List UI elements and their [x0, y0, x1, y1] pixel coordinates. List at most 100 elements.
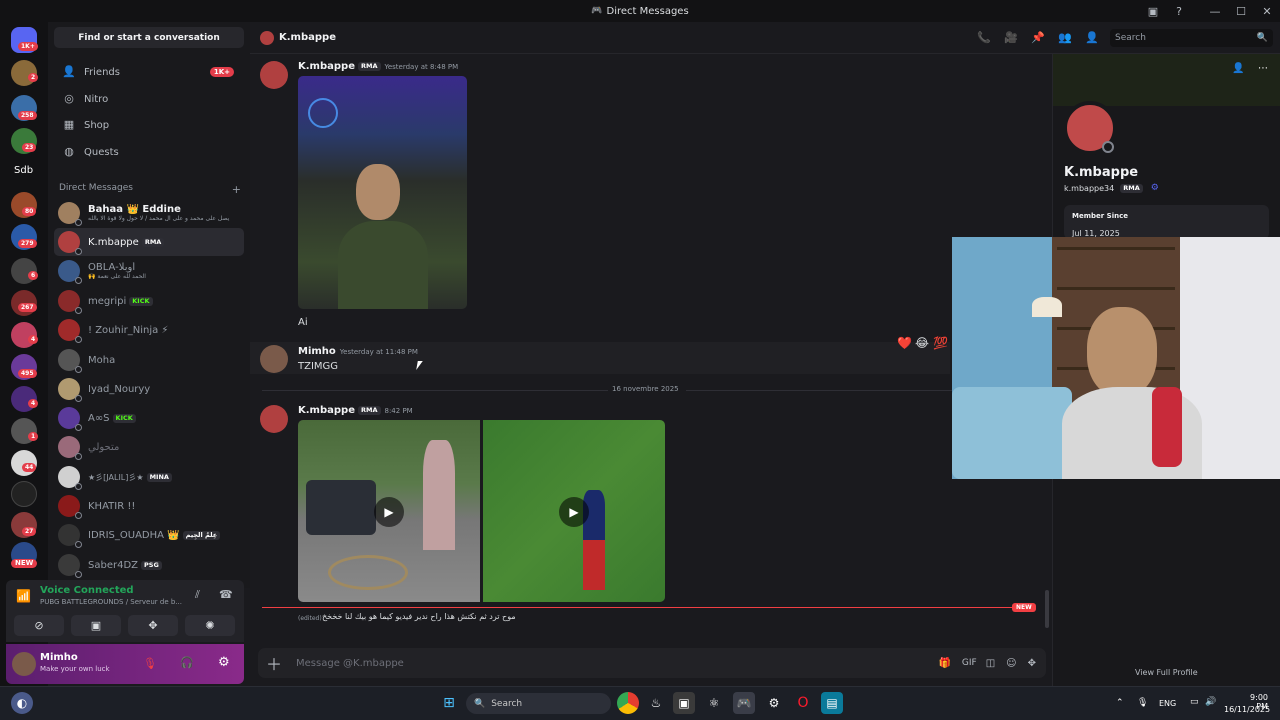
noise-suppression-icon[interactable]: ⫽: [195, 588, 200, 602]
dm-item[interactable]: OBLA-أوبلا 🙌 الحمد لله على نعمة: [54, 257, 244, 285]
emoji-icon[interactable]: ☺: [1006, 658, 1016, 669]
reaction-heart[interactable]: ❤️: [897, 336, 912, 350]
play-button[interactable]: ▶: [374, 497, 404, 527]
chatgpt-icon[interactable]: ⚛: [703, 692, 725, 714]
network-icon[interactable]: ▭: [1190, 697, 1199, 707]
clock-date[interactable]: 16/11/2025: [1224, 705, 1270, 714]
message-composer: ＋ Message @K.mbappe 🎁 GIF ◫ ☺ ✥: [258, 648, 1046, 678]
server-text-icon[interactable]: Sdb: [14, 165, 33, 176]
message-author[interactable]: K.mbappe: [298, 61, 355, 72]
message-image[interactable]: [298, 76, 467, 309]
view-full-profile-link[interactable]: View Full Profile: [1135, 668, 1198, 677]
app-icon[interactable]: ▤: [821, 692, 843, 714]
dm-item[interactable]: ! Zouhir_Ninja ⚡: [54, 316, 244, 344]
shop-icon: ▦: [63, 118, 75, 131]
scrollbar[interactable]: [1045, 590, 1049, 628]
voice-call-icon[interactable]: 📞: [977, 31, 991, 44]
dm-name: K.mbappe: [88, 236, 139, 248]
inbox-icon[interactable]: ▣: [1140, 5, 1166, 18]
badge-icon: ⚙: [1150, 183, 1159, 193]
find-conversation-button[interactable]: Find or start a conversation: [54, 27, 244, 48]
message-avatar[interactable]: [260, 405, 288, 433]
opera-icon[interactable]: O: [792, 692, 814, 714]
disconnect-icon[interactable]: ☎: [219, 588, 233, 601]
more-icon[interactable]: ⋯: [1258, 63, 1268, 74]
steam-icon[interactable]: ♨: [645, 692, 667, 714]
dm-item[interactable]: Bahaa 👑 Eddine يصل على محمد و على ال محم…: [54, 199, 244, 227]
dm-item[interactable]: A∞S KICK: [54, 404, 244, 432]
headphones-icon[interactable]: 🎧: [180, 656, 194, 669]
camera-off-button[interactable]: ⊘: [14, 615, 64, 636]
reaction-hundred[interactable]: 💯: [933, 336, 948, 350]
attach-icon[interactable]: ＋: [266, 651, 282, 675]
nav-nitro[interactable]: ◎ Nitro: [54, 87, 244, 111]
search-icon: 🔍: [1256, 33, 1268, 43]
tray-chevron-icon[interactable]: ⌃: [1116, 698, 1124, 708]
server-badge: 495: [18, 369, 37, 378]
mute-icon[interactable]: 🎙: [143, 657, 157, 670]
reaction-laugh[interactable]: 😂: [915, 336, 929, 350]
dm-status: 🙌 الحمد لله على نعمة: [88, 273, 146, 280]
taskbar-search[interactable]: 🔍 Search: [466, 693, 611, 714]
sticker-icon[interactable]: ◫: [986, 658, 995, 669]
avatar: [58, 407, 82, 431]
app-icon[interactable]: ⚙: [763, 692, 785, 714]
date-divider: 16 novembre 2025: [612, 385, 679, 393]
dm-item[interactable]: IDRIS_OUADHA 👑 عِلمُ الجِيم: [54, 521, 244, 549]
dm-item[interactable]: متحولي: [54, 433, 244, 461]
avatar: [58, 319, 82, 343]
volume-icon[interactable]: 🔊: [1205, 697, 1216, 707]
gift-icon[interactable]: 🎁: [938, 658, 950, 669]
screen-share-button[interactable]: ▣: [71, 615, 121, 636]
help-icon[interactable]: ?: [1166, 5, 1192, 18]
user-profile-icon[interactable]: 👤: [1085, 31, 1099, 44]
nitro-icon: ◎: [64, 92, 74, 105]
dm-item[interactable]: Moha: [54, 346, 244, 374]
dm-tag: KICK: [112, 413, 136, 423]
nav-shop[interactable]: ▦ Shop: [54, 113, 244, 137]
soundboard-button[interactable]: ✺: [185, 615, 235, 636]
close-button[interactable]: ✕: [1254, 5, 1280, 18]
settings-icon[interactable]: ⚙: [218, 655, 230, 670]
gif-icon[interactable]: GIF: [962, 658, 977, 668]
app-icon[interactable]: ▣: [673, 692, 695, 714]
discord-taskbar-icon[interactable]: 🎮: [733, 692, 755, 714]
voice-channel[interactable]: PUBG BATTLEGROUNDS / Serveur de b...: [40, 598, 188, 606]
nav-label: Quests: [84, 146, 119, 158]
dm-item[interactable]: KHATIR !!: [54, 492, 244, 520]
play-button[interactable]: ▶: [559, 497, 589, 527]
start-icon[interactable]: ⊞: [438, 692, 460, 714]
dm-item-selected[interactable]: K.mbappe RMA: [54, 228, 244, 256]
message-input[interactable]: Message @K.mbappe: [296, 658, 404, 669]
apps-icon[interactable]: ✥: [1028, 658, 1036, 669]
dm-item[interactable]: Saber4DZ PSG: [54, 551, 244, 579]
search-box[interactable]: Search 🔍: [1110, 29, 1273, 47]
server-badge: 80: [22, 207, 37, 216]
chrome-icon[interactable]: [617, 692, 639, 714]
nav-quests[interactable]: ◍ Quests: [54, 140, 244, 164]
server-badge: 2: [28, 73, 39, 82]
server-icon[interactable]: [11, 481, 37, 507]
add-friend-icon[interactable]: 👤: [1232, 63, 1244, 74]
add-friends-icon[interactable]: 👥: [1058, 31, 1072, 44]
user-avatar[interactable]: [12, 652, 36, 676]
mic-tray-icon[interactable]: 🎙: [1137, 698, 1148, 708]
message-avatar[interactable]: [260, 345, 288, 373]
video-call-icon[interactable]: 🎥: [1004, 31, 1018, 44]
activities-button[interactable]: ✥: [128, 615, 178, 636]
dm-item[interactable]: Iyad_Nouryy: [54, 375, 244, 403]
nav-friends[interactable]: 👤 Friends 1K+: [54, 60, 244, 84]
dm-item[interactable]: megripi KICK: [54, 287, 244, 315]
message-time: Yesterday at 8:48 PM: [384, 62, 459, 71]
minimize-button[interactable]: —: [1202, 5, 1228, 18]
message-author[interactable]: Mimho: [298, 346, 336, 357]
voice-status[interactable]: Voice Connected: [40, 585, 134, 596]
message-author[interactable]: K.mbappe: [298, 405, 355, 416]
widgets-icon[interactable]: ◐: [11, 692, 33, 714]
language-indicator[interactable]: ENG: [1159, 699, 1176, 708]
maximize-button[interactable]: ☐: [1228, 5, 1254, 18]
pin-icon[interactable]: 📌: [1031, 31, 1045, 44]
add-dm-button[interactable]: +: [232, 183, 241, 196]
message-avatar[interactable]: [260, 61, 288, 89]
dm-item[interactable]: ★彡[JALIL]彡★ MINA: [54, 463, 244, 491]
